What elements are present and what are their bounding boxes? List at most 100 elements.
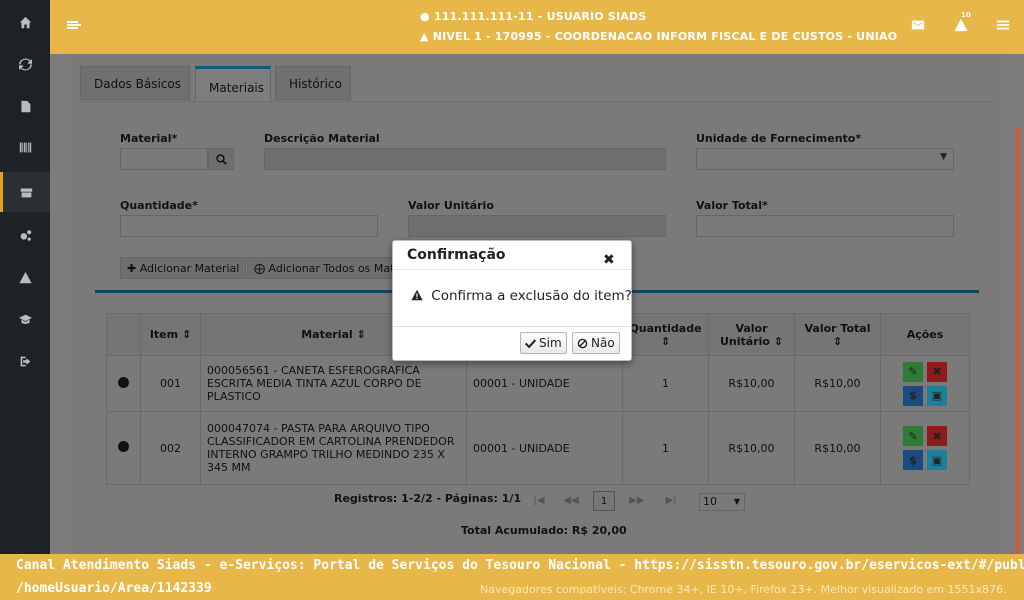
home-icon xyxy=(19,16,31,28)
pencil-icon: ✎ xyxy=(908,365,918,378)
page-number-button[interactable]: 1 xyxy=(593,491,615,511)
menu-toggle-icon[interactable] xyxy=(66,17,82,33)
sort-icon: ⇕ xyxy=(832,334,843,348)
next-page-button[interactable]: ▶▶ xyxy=(626,491,648,511)
sidebar-item-training[interactable] xyxy=(0,299,50,339)
close-icon: ✖ xyxy=(932,365,942,378)
table-row: 002 000047074 - PASTA PARA ARQUIVO TIPO … xyxy=(106,411,970,485)
edit-button[interactable]: ✎ xyxy=(903,426,923,446)
material-input[interactable] xyxy=(120,148,208,170)
tab-divider xyxy=(80,101,994,102)
sidebar-item-settings[interactable] xyxy=(0,215,50,255)
quantidade-input[interactable] xyxy=(120,215,378,237)
pencil-icon: ✎ xyxy=(908,429,918,443)
dollar-icon: $ xyxy=(909,453,917,467)
footer: Canal Atendimento Siads - e-Serviços: Po… xyxy=(0,554,1024,600)
confirm-no-button[interactable]: Não xyxy=(572,332,620,354)
sidebar-item-barcode[interactable] xyxy=(0,127,50,167)
chevron-down-icon: ▼ xyxy=(733,497,740,506)
logout-icon xyxy=(20,356,30,366)
expand-row-icon[interactable] xyxy=(118,441,129,452)
mail-icon xyxy=(911,20,925,30)
page-size-select[interactable]: 10 ▼ xyxy=(699,493,745,511)
top-header: ● 111.111.111-11 - USUARIO SIADS ▲ NIVEL… xyxy=(50,0,1024,54)
expand-cell[interactable] xyxy=(106,355,141,412)
details-button[interactable]: ▣ xyxy=(927,450,947,470)
no-label: Não xyxy=(591,336,615,350)
delete-button[interactable]: ✖ xyxy=(927,426,947,446)
valor-unitario-cell: R$10,00 xyxy=(708,411,795,485)
add-material-button[interactable]: ✚ Adicionar Material xyxy=(120,257,247,279)
material-label: Material* xyxy=(120,132,178,145)
unidade-select[interactable]: ▼ xyxy=(696,148,954,170)
prev-page-button[interactable]: ◀◀ xyxy=(560,491,582,511)
tab-dados-basicos[interactable]: Dados Básicos xyxy=(80,66,190,100)
column-header-valor-unitario[interactable]: Valor Unitário ⇕ xyxy=(708,313,795,356)
alerts-button[interactable] xyxy=(954,18,970,34)
expand-row-icon[interactable] xyxy=(118,376,129,388)
valor-total-cell: R$10,00 xyxy=(794,411,881,485)
user-icon: ● xyxy=(420,10,430,23)
footer-link-continued[interactable]: /homeUsuario/Area/1142339 xyxy=(16,581,212,596)
confirm-yes-button[interactable]: Sim xyxy=(520,332,567,354)
page-size-value: 10 xyxy=(703,495,717,508)
delete-button[interactable]: ✖ xyxy=(927,361,947,382)
user-info: ● 111.111.111-11 - USUARIO SIADS xyxy=(420,10,646,23)
sidebar-item-logout[interactable] xyxy=(0,341,50,381)
dialog-header-divider xyxy=(393,269,631,270)
tab-historico[interactable]: Histórico xyxy=(275,66,351,100)
hamburger-icon xyxy=(996,20,1010,30)
edit-button[interactable]: ✎ xyxy=(903,361,923,382)
check-icon xyxy=(525,338,536,348)
valor-total-label: Valor Total* xyxy=(696,199,768,212)
dialog-footer-divider xyxy=(393,326,631,327)
valor-total-input[interactable] xyxy=(696,215,954,237)
search-icon xyxy=(215,153,227,165)
sidebar-item-refresh[interactable] xyxy=(0,44,50,84)
sort-icon: ⇕ xyxy=(773,334,784,348)
sidebar-item-alerts[interactable] xyxy=(0,257,50,297)
column-header-item[interactable]: Item ⇕ xyxy=(140,313,201,356)
last-page-button[interactable]: ▶| xyxy=(660,491,682,511)
tab-materiais[interactable]: Materiais xyxy=(195,66,271,102)
warning-icon xyxy=(411,289,423,301)
hamburger-menu-button[interactable] xyxy=(996,18,1012,34)
quantidade-label: Quantidade* xyxy=(120,199,198,212)
details-button[interactable]: ▣ xyxy=(927,385,947,406)
expand-column-header xyxy=(106,313,141,356)
dialog-title: Confirmação xyxy=(407,247,506,263)
sidebar-item-document[interactable] xyxy=(0,86,50,126)
unidade-cell: 00001 - UNIDADE xyxy=(466,411,623,485)
unit-info: ▲ NIVEL 1 - 170995 - COORDENACAO INFORM … xyxy=(420,30,897,43)
close-icon[interactable]: ✖ xyxy=(603,252,615,268)
add-all-materials-button[interactable]: ⨁ Adicionar Todos os Mat xyxy=(247,257,393,279)
ban-icon xyxy=(577,338,588,348)
footer-link[interactable]: Canal Atendimento Siads - e-Serviços: Po… xyxy=(16,558,1024,573)
price-button[interactable]: $ xyxy=(903,450,923,470)
actions-cell: ✎ ✖ $ ▣ xyxy=(880,355,970,412)
app-root: ● 111.111.111-11 - USUARIO SIADS ▲ NIVEL… xyxy=(0,0,1024,600)
row-actions: ✎ ✖ $ ▣ xyxy=(903,361,947,406)
column-header-valor-total[interactable]: Valor Total ⇕ xyxy=(794,313,881,356)
scrollbar[interactable] xyxy=(1016,128,1020,553)
notification-badge: 10 xyxy=(961,11,971,19)
mail-button[interactable] xyxy=(911,18,927,34)
column-header-quantidade[interactable]: Quantidade ⇕ xyxy=(622,313,709,356)
chevron-down-icon: ▼ xyxy=(940,152,947,162)
inventory-icon xyxy=(20,187,33,197)
expand-cell[interactable] xyxy=(106,411,141,485)
unit-name: NIVEL 1 - 170995 - COORDENACAO INFORM FI… xyxy=(432,30,898,43)
add-all-label: Adicionar Todos os Mat xyxy=(268,262,393,275)
descricao-label: Descrição Material xyxy=(264,132,380,145)
pager-summary: Registros: 1-2/2 - Páginas: 1/1 xyxy=(334,492,522,505)
row-actions: ✎ ✖ $ ▣ xyxy=(903,426,947,470)
sidebar-item-home[interactable] xyxy=(0,2,50,42)
valor-total-cell: R$10,00 xyxy=(794,355,881,412)
unidade-label: Unidade de Fornecimento* xyxy=(696,132,862,145)
first-page-button[interactable]: |◀ xyxy=(528,491,550,511)
sidebar-item-inventory[interactable] xyxy=(0,172,50,212)
dollar-icon: $ xyxy=(909,389,917,402)
material-search-button[interactable] xyxy=(208,148,234,170)
price-button[interactable]: $ xyxy=(903,385,923,406)
barcode-icon xyxy=(19,142,31,152)
